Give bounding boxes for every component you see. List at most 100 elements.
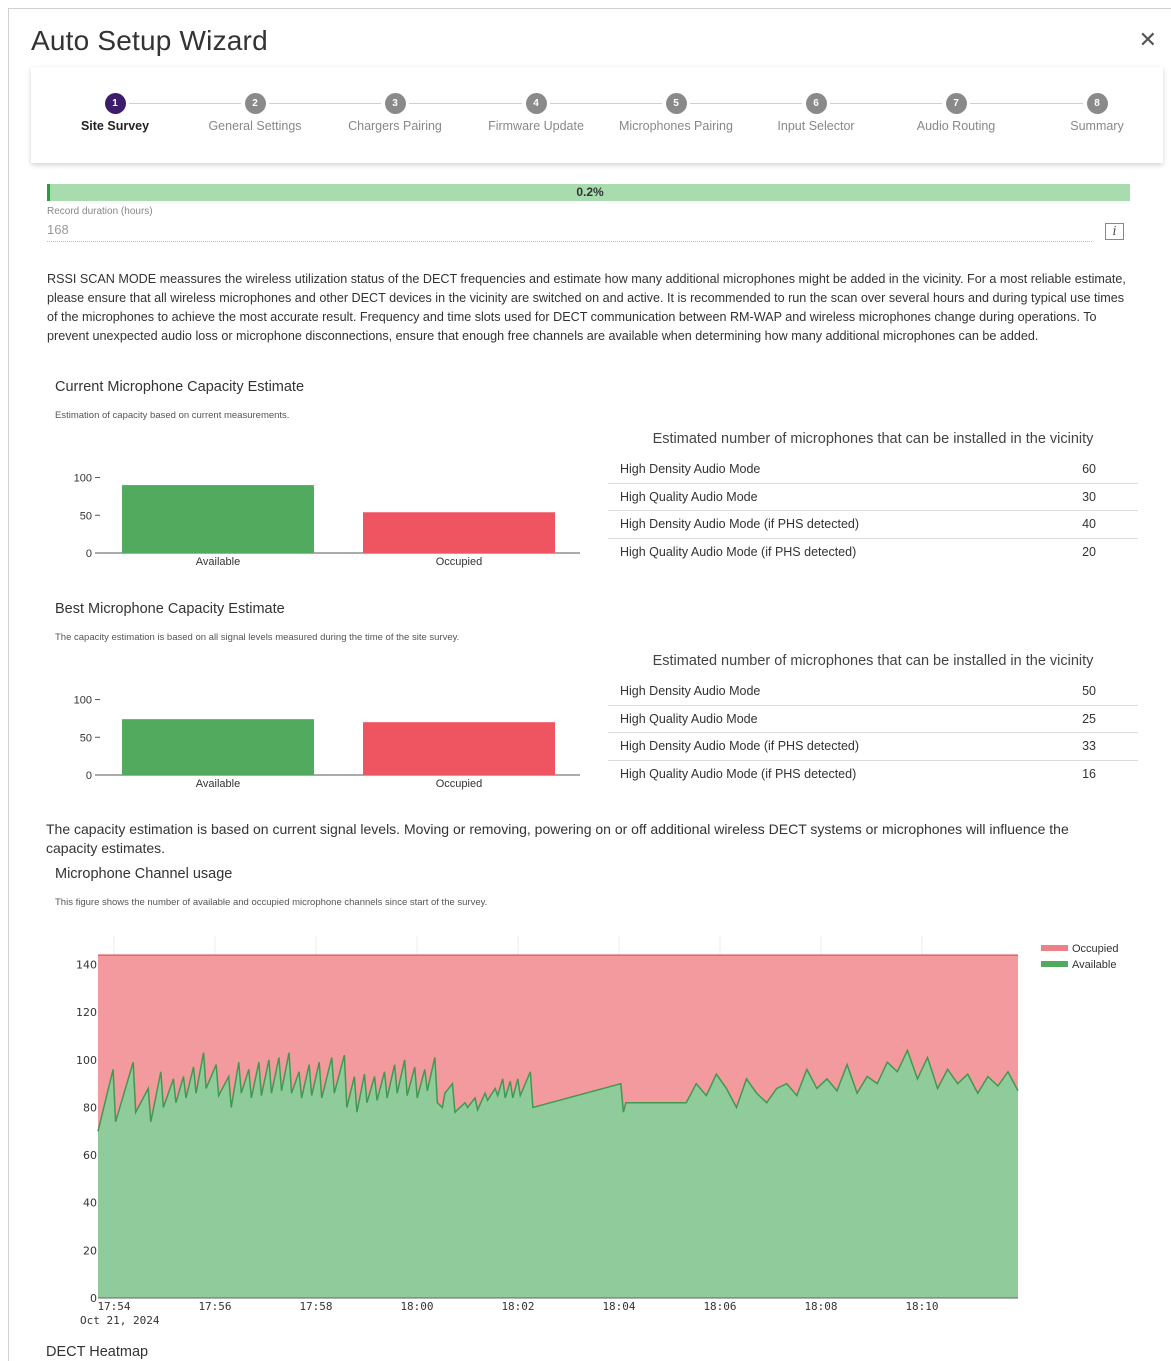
bar-available	[122, 485, 314, 553]
step-label: Site Survey	[80, 119, 150, 133]
area-y-tick-label: 40	[83, 1197, 97, 1210]
area-y-tick-label: 60	[83, 1149, 97, 1162]
bar-occupied	[363, 722, 555, 775]
bar-category-label: Available	[196, 556, 240, 568]
step-3[interactable]: 3 Chargers Pairing	[325, 93, 465, 132]
dect-heatmap-title: DECT Heatmap	[46, 1344, 149, 1360]
channel-usage-chart: 0 20 40 60 80 100 120 140 17:54 17:56 17:58 18:00 18…	[46, 928, 1136, 1338]
estimate-mode-label: High Density Audio Mode (if PHS detected…	[620, 517, 860, 531]
estimate-mode-label: High Quality Audio Mode	[620, 711, 758, 726]
bar-y-tick-label: 50	[80, 732, 92, 744]
step-label: Audio Routing	[916, 119, 996, 133]
estimate-value: 40	[1082, 517, 1096, 531]
capacity-note: The capacity estimation is based on curr…	[46, 821, 1069, 856]
estimate-mode-label: High Quality Audio Mode	[620, 489, 758, 504]
best-table-heading: Estimated number of microphones that can…	[652, 653, 1094, 669]
step-1[interactable]: 1 Site Survey	[45, 93, 185, 132]
step-label: Chargers Pairing	[348, 119, 442, 133]
step-number: 2	[244, 93, 266, 114]
dialog-title: Auto Setup Wizard	[31, 25, 268, 56]
rssi-description: RSSI SCAN MODE meassures the wireless ut…	[47, 272, 1126, 343]
bar-available	[122, 719, 314, 775]
estimate-row: High Quality Audio Mode (if PHS detected…	[608, 761, 1138, 789]
bar-category-label: Occupied	[436, 778, 482, 790]
current-table-heading: Estimated number of microphones that can…	[652, 431, 1094, 447]
estimate-value: 25	[1082, 711, 1096, 726]
area-x-date-label: Oct 21, 2024	[80, 1314, 160, 1327]
area-x-tick-label: 17:54	[97, 1300, 130, 1313]
best-estimate-subtitle: The capacity estimation is based on all …	[55, 632, 460, 643]
area-x-tick-label: 18:10	[905, 1300, 938, 1313]
current-estimate-title: Current Microphone Capacity Estimate	[55, 379, 305, 395]
estimate-value: 16	[1082, 766, 1096, 781]
estimate-value: 60	[1082, 462, 1096, 476]
estimate-value: 20	[1082, 544, 1096, 559]
channel-usage-subtitle: This figure shows the number of availabl…	[55, 897, 488, 908]
area-x-tick-label: 17:58	[299, 1300, 332, 1313]
bar-category-label: Available	[196, 778, 240, 790]
estimate-row: High Density Audio Mode (if PHS detected…	[608, 511, 1138, 539]
area-x-tick-label: 18:08	[804, 1300, 837, 1313]
area-x-tick-label: 18:00	[400, 1300, 433, 1313]
step-8[interactable]: 8 Summary	[1027, 93, 1167, 132]
step-number: 4	[525, 93, 547, 114]
estimate-row: High Quality Audio Mode (if PHS detected…	[608, 539, 1138, 567]
step-number: 6	[805, 93, 827, 114]
area-y-tick-label: 20	[83, 1244, 97, 1257]
step-label: Input Selector	[777, 119, 855, 133]
step-label: General Settings	[208, 119, 302, 133]
estimate-mode-label: High Density Audio Mode	[620, 684, 761, 698]
estimate-value: 30	[1082, 489, 1096, 504]
estimate-row: High Density Audio Mode (if PHS detected…	[608, 733, 1138, 761]
step-5[interactable]: 5 Microphones Pairing	[606, 93, 746, 132]
estimate-row: High Density Audio Mode 60	[608, 456, 1138, 484]
bar-occupied	[363, 512, 555, 553]
bar-y-tick-label: 0	[86, 770, 92, 782]
record-duration-label: Record duration (hours)	[47, 206, 153, 217]
step-6[interactable]: 6 Input Selector	[746, 93, 886, 132]
estimate-mode-label: High Density Audio Mode	[620, 462, 761, 476]
step-label: Firmware Update	[488, 119, 584, 133]
step-2[interactable]: 2 General Settings	[185, 93, 325, 132]
step-number: 5	[665, 93, 687, 114]
area-y-tick-label: 140	[76, 959, 97, 972]
legend-swatch-available	[1041, 961, 1068, 967]
best-estimate-table: Estimated number of microphones that can…	[608, 650, 1138, 788]
estimate-mode-label: High Quality Audio Mode (if PHS detected…	[620, 766, 857, 781]
survey-progress-bar: 0.2%	[47, 184, 1130, 201]
survey-progress-label: 0.2%	[576, 185, 604, 199]
legend-label[interactable]: Occupied	[1072, 943, 1118, 955]
bar-y-tick-label: 50	[80, 510, 92, 522]
estimate-value: 50	[1082, 684, 1096, 698]
area-y-tick-label: 80	[83, 1101, 97, 1114]
current-estimate-subtitle: Estimation of capacity based on current …	[55, 410, 290, 421]
area-y-tick-label: 0	[90, 1292, 97, 1305]
area-x-tick-label: 18:02	[501, 1300, 534, 1313]
legend-swatch-occupied	[1041, 945, 1068, 951]
step-label: Summary	[1070, 119, 1124, 133]
bar-y-tick-label: 100	[74, 695, 92, 707]
record-duration-field[interactable]: 168	[47, 222, 1092, 242]
estimate-row: High Quality Audio Mode 25	[608, 706, 1138, 733]
best-estimate-title: Best Microphone Capacity Estimate	[55, 601, 285, 617]
estimate-value: 33	[1082, 739, 1096, 753]
bar-y-tick-label: 100	[74, 473, 92, 485]
bar-category-label: Occupied	[436, 556, 482, 568]
info-icon[interactable]: i	[1105, 223, 1124, 240]
estimate-mode-label: High Quality Audio Mode (if PHS detected…	[620, 544, 857, 559]
area-x-tick-label: 17:56	[198, 1300, 231, 1313]
legend-label[interactable]: Available	[1072, 959, 1116, 971]
current-estimate-table: Estimated number of microphones that can…	[608, 428, 1138, 566]
step-number: 3	[384, 93, 406, 114]
step-number: 8	[1086, 93, 1108, 114]
step-4[interactable]: 4 Firmware Update	[466, 93, 606, 132]
area-y-tick-label: 100	[76, 1054, 97, 1067]
step-7[interactable]: 7 Audio Routing	[886, 93, 1026, 132]
step-number: 7	[945, 93, 967, 114]
bar-y-tick-label: 0	[86, 548, 92, 560]
estimate-row: High Quality Audio Mode 30	[608, 484, 1138, 511]
estimate-row: High Density Audio Mode 50	[608, 678, 1138, 706]
step-label: Microphones Pairing	[619, 119, 733, 133]
close-icon[interactable]: ✕	[1139, 29, 1157, 51]
channel-usage-title: Microphone Channel usage	[55, 866, 233, 882]
